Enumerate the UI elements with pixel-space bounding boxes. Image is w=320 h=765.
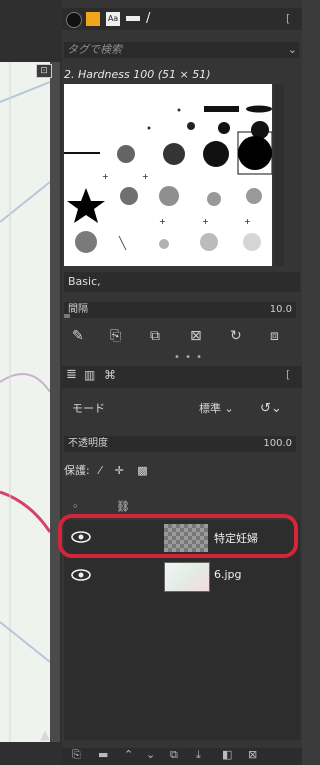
spacing-fill bbox=[64, 314, 70, 318]
brush-dock-tabs: Aa / [ bbox=[62, 8, 302, 30]
svg-text:+: + bbox=[244, 217, 251, 226]
chevron-down-icon[interactable]: ⌄ bbox=[288, 42, 297, 58]
layer-name: 6.jpg bbox=[214, 568, 242, 581]
visibility-column-icon: ◦ bbox=[72, 500, 79, 513]
image-canvas[interactable] bbox=[0, 62, 50, 742]
eye-icon[interactable] bbox=[70, 530, 92, 544]
mode-reset-icon[interactable]: ↺⌄ bbox=[260, 397, 282, 421]
mode-select[interactable]: 標準 ⌄ bbox=[199, 397, 234, 421]
lock-pixels-icon[interactable]: ⁄ bbox=[99, 464, 101, 477]
opacity-value: 100.0 bbox=[263, 438, 292, 449]
brush-grid-scrollbar[interactable] bbox=[274, 84, 284, 266]
dock-separator[interactable]: • • • bbox=[174, 352, 203, 363]
delete-brush-icon[interactable]: ⊠ bbox=[190, 328, 202, 344]
navigate-icon[interactable]: ▲ bbox=[40, 728, 50, 743]
mask-layer-icon[interactable]: ◧ bbox=[222, 748, 232, 761]
layers-dock-tabs: ≣ ▥ ⌘ [ bbox=[62, 366, 302, 388]
zoom-toggle-icon[interactable]: ⊡ bbox=[36, 64, 52, 78]
brush-set-label: Basic, bbox=[68, 275, 101, 288]
svg-text:+: + bbox=[159, 217, 166, 226]
svg-text:+: + bbox=[102, 172, 109, 181]
svg-text:+: + bbox=[202, 217, 209, 226]
layers-tab-menu-icon[interactable]: [ bbox=[286, 368, 290, 381]
paths-tab-icon[interactable]: ⌘ bbox=[104, 368, 116, 382]
brush-tag-filter[interactable]: タグで検索 ⌄ bbox=[64, 42, 299, 58]
pattern-tab-icon[interactable] bbox=[86, 12, 100, 26]
open-brush-as-image-icon[interactable]: ⧈ bbox=[270, 328, 279, 344]
layer-name: 特定妊婦 bbox=[214, 532, 258, 545]
raise-layer-icon[interactable]: ⌃ bbox=[124, 748, 133, 761]
refresh-brushes-icon[interactable]: ↻ bbox=[230, 328, 242, 344]
dock-panel: Aa / [ タグで検索 ⌄ 2. Hardness 100 (51 × 51) bbox=[58, 0, 302, 765]
layer-row[interactable]: 特定妊婦 bbox=[58, 514, 300, 558]
edit-brush-icon[interactable]: ✎ bbox=[72, 328, 84, 344]
new-brush-icon[interactable]: ⎘ bbox=[110, 328, 121, 344]
layer-list: 特定妊婦 6.jpg bbox=[58, 514, 300, 740]
lock-alpha-icon[interactable]: ▩ bbox=[137, 464, 147, 477]
new-group-icon[interactable]: ▬ bbox=[98, 748, 108, 761]
delete-layer-icon[interactable]: ⊠ bbox=[248, 748, 257, 761]
layers-action-bar: ⎘ ▬ ⌃ ⌄ ⧉ ⤓ ◧ ⊠ bbox=[62, 748, 302, 765]
tab-menu-icon[interactable]: [ bbox=[286, 12, 300, 26]
svg-text:+: + bbox=[142, 172, 149, 181]
chain-column-icon: ⛓ bbox=[116, 500, 130, 513]
mode-value: 標準 bbox=[199, 402, 221, 415]
new-layer-icon[interactable]: ⎘ bbox=[72, 748, 81, 762]
spacing-value: 10.0 bbox=[269, 304, 292, 315]
lower-layer-icon[interactable]: ⌄ bbox=[146, 748, 155, 761]
brush-tab-icon[interactable] bbox=[66, 12, 82, 28]
spacing-slider[interactable]: 間隔 10.0 bbox=[64, 302, 296, 318]
dynamics-tab-icon[interactable]: / bbox=[146, 12, 160, 26]
merge-layer-icon[interactable]: ⤓ bbox=[196, 748, 201, 762]
lock-label: 保護: bbox=[64, 464, 90, 477]
lock-position-icon[interactable]: ✛ bbox=[115, 464, 124, 477]
gradient-tab-icon[interactable] bbox=[126, 16, 140, 21]
vertical-scrollbar[interactable] bbox=[50, 62, 60, 742]
layer-mode-row: モード 標準 ⌄ ↺⌄ bbox=[64, 397, 300, 421]
canvas-statusbar bbox=[0, 742, 62, 765]
brush-set-selector[interactable]: Basic, bbox=[64, 272, 300, 292]
brush-thumbnails: + + + + + bbox=[64, 105, 273, 253]
opacity-label: 不透明度 bbox=[68, 438, 108, 449]
duplicate-layer-icon[interactable]: ⧉ bbox=[170, 748, 178, 762]
layer-row[interactable]: 6.jpg bbox=[64, 558, 300, 594]
canvas-map-lines bbox=[0, 62, 50, 742]
chevron-down-icon: ⌄ bbox=[224, 402, 234, 415]
brush-grid[interactable]: + + + + + bbox=[64, 84, 273, 266]
eye-icon[interactable] bbox=[70, 568, 92, 582]
layer-thumbnail-image bbox=[164, 562, 210, 592]
channels-tab-icon[interactable]: ▥ bbox=[84, 368, 95, 382]
layers-tab-icon[interactable]: ≣ bbox=[66, 367, 77, 382]
layer-thumbnail-transparent bbox=[164, 524, 208, 552]
font-tab-icon[interactable]: Aa bbox=[106, 12, 120, 26]
opacity-slider[interactable]: 不透明度 100.0 bbox=[64, 436, 296, 452]
lock-row: 保護: ⁄ ✛ ▩ bbox=[64, 462, 148, 478]
brush-tag-placeholder: タグで検索 bbox=[67, 43, 122, 56]
mode-label: モード bbox=[72, 402, 105, 415]
selected-brush-name: 2. Hardness 100 (51 × 51) bbox=[64, 68, 211, 81]
duplicate-brush-icon[interactable]: ⧉ bbox=[150, 328, 160, 344]
